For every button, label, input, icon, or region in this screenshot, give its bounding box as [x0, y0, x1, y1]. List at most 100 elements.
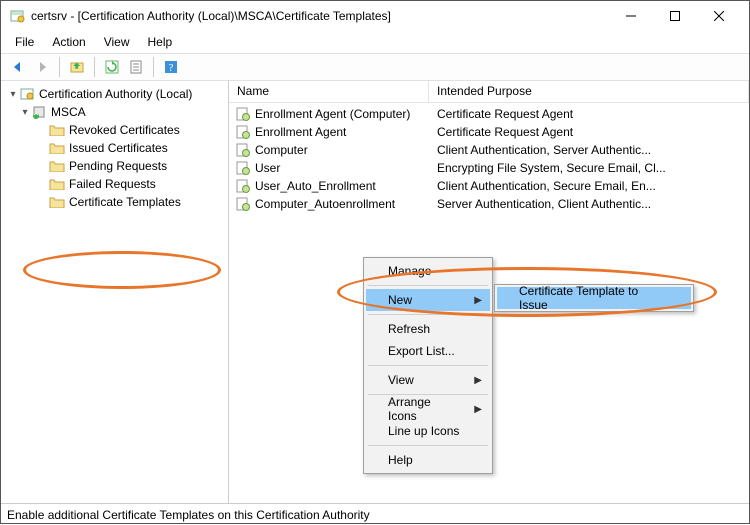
context-menu: Manage New ▶ Refresh Export List... View ▶…: [363, 257, 493, 474]
ctx-separator: [368, 365, 488, 366]
tree-item-issued[interactable]: Issued Certificates: [5, 139, 224, 157]
close-button[interactable]: [697, 2, 741, 30]
titlebar: certsrv - [Certification Authority (Loca…: [1, 1, 749, 31]
toolbar-separator: [94, 57, 95, 77]
tree-node-label: MSCA: [51, 105, 86, 119]
ctx-separator: [368, 314, 488, 315]
maximize-button[interactable]: [653, 2, 697, 30]
list-cell-purpose: Client Authentication, Secure Email, En.…: [429, 179, 749, 193]
ctx-label: Help: [388, 453, 413, 467]
ctx-label: Arrange Icons: [388, 395, 462, 423]
cert-authority-icon: [19, 86, 35, 102]
menu-view[interactable]: View: [96, 33, 138, 51]
tree-item-label: Failed Requests: [69, 177, 156, 191]
cert-template-icon: [235, 178, 251, 194]
ctx-sub-label: Certificate Template to Issue: [519, 284, 669, 312]
list-row[interactable]: Enrollment Agent Certificate Request Age…: [229, 123, 749, 141]
menu-action[interactable]: Action: [44, 33, 93, 51]
ctx-view[interactable]: View ▶: [366, 369, 490, 391]
folder-icon: [49, 158, 65, 174]
ctx-refresh[interactable]: Refresh: [366, 318, 490, 340]
statusbar: Enable additional Certificate Templates …: [1, 503, 749, 525]
ctx-new[interactable]: New ▶: [366, 289, 490, 311]
list-cell-name: Computer: [255, 143, 308, 157]
list-cell-name: Computer_Autoenrollment: [255, 197, 395, 211]
list-row[interactable]: Enrollment Agent (Computer) Certificate …: [229, 105, 749, 123]
cert-template-icon: [235, 124, 251, 140]
tree-pane: ▾ Certification Authority (Local) ▾ MSCA…: [1, 81, 229, 503]
list-cell-purpose: Encrypting File System, Secure Email, Cl…: [429, 161, 749, 175]
list-row[interactable]: Computer_Autoenrollment Server Authentic…: [229, 195, 749, 213]
export-button[interactable]: [125, 56, 147, 78]
folder-icon: [49, 140, 65, 156]
tree-item-failed[interactable]: Failed Requests: [5, 175, 224, 193]
cert-template-icon: [235, 196, 251, 212]
tree-item-pending[interactable]: Pending Requests: [5, 157, 224, 175]
back-button[interactable]: [7, 56, 29, 78]
tree-item-label: Pending Requests: [69, 159, 167, 173]
window-controls: [609, 2, 741, 30]
list-header: Name Intended Purpose: [229, 81, 749, 103]
toolbar-separator: [59, 57, 60, 77]
list-cell-name: Enrollment Agent: [255, 125, 346, 139]
server-icon: [31, 104, 47, 120]
list-row[interactable]: User Encrypting File System, Secure Emai…: [229, 159, 749, 177]
minimize-button[interactable]: [609, 2, 653, 30]
tree-item-revoked[interactable]: Revoked Certificates: [5, 121, 224, 139]
folder-icon: [49, 176, 65, 192]
ctx-separator: [368, 445, 488, 446]
status-text: Enable additional Certificate Templates …: [7, 508, 370, 522]
tree-root-label: Certification Authority (Local): [39, 87, 192, 101]
ctx-label: View: [388, 373, 414, 387]
refresh-button[interactable]: [101, 56, 123, 78]
ctx-new-certificate-template[interactable]: Certificate Template to Issue: [497, 287, 691, 309]
column-header-name[interactable]: Name: [229, 81, 429, 103]
ctx-label: Manage: [388, 264, 431, 278]
context-submenu: Certificate Template to Issue: [494, 284, 694, 312]
toolbar-separator: [153, 57, 154, 77]
ctx-manage[interactable]: Manage: [366, 260, 490, 282]
ctx-separator: [368, 285, 488, 286]
ctx-label: New: [388, 293, 412, 307]
annotation-ellipse: [23, 251, 221, 289]
list-cell-purpose: Certificate Request Agent: [429, 107, 749, 121]
menu-help[interactable]: Help: [140, 33, 181, 51]
tree-root[interactable]: ▾ Certification Authority (Local): [5, 85, 224, 103]
forward-button[interactable]: [31, 56, 53, 78]
cert-template-icon: [235, 106, 251, 122]
list-cell-name: User_Auto_Enrollment: [255, 179, 376, 193]
folder-icon: [49, 122, 65, 138]
list-cell-purpose: Client Authentication, Server Authentic.…: [429, 143, 749, 157]
list-body: Enrollment Agent (Computer) Certificate …: [229, 103, 749, 213]
tree-item-label: Issued Certificates: [69, 141, 168, 155]
chevron-right-icon: ▶: [474, 295, 482, 306]
content-area: ▾ Certification Authority (Local) ▾ MSCA…: [1, 81, 749, 503]
tree-item-certificate-templates[interactable]: Certificate Templates: [5, 193, 224, 211]
folder-icon: [49, 194, 65, 210]
ctx-line-up-icons[interactable]: Line up Icons: [366, 420, 490, 442]
list-cell-purpose: Server Authentication, Client Authentic.…: [429, 197, 749, 211]
ctx-help[interactable]: Help: [366, 449, 490, 471]
ctx-export-list[interactable]: Export List...: [366, 340, 490, 362]
up-button[interactable]: [66, 56, 88, 78]
list-cell-purpose: Certificate Request Agent: [429, 125, 749, 139]
tree-item-label: Revoked Certificates: [69, 123, 180, 137]
chevron-right-icon: ▶: [474, 404, 482, 415]
chevron-down-icon: ▾: [7, 89, 19, 100]
chevron-right-icon: ▶: [474, 375, 482, 386]
tree-node-msca[interactable]: ▾ MSCA: [5, 103, 224, 121]
ctx-arrange-icons[interactable]: Arrange Icons ▶: [366, 398, 490, 420]
menu-file[interactable]: File: [7, 33, 42, 51]
list-row[interactable]: User_Auto_Enrollment Client Authenticati…: [229, 177, 749, 195]
column-header-purpose[interactable]: Intended Purpose: [429, 81, 749, 103]
list-pane: Name Intended Purpose Enrollment Agent (…: [229, 81, 749, 503]
ctx-label: Refresh: [388, 322, 430, 336]
app-icon: [9, 8, 25, 24]
toolbar: ?: [1, 53, 749, 81]
chevron-down-icon: ▾: [19, 107, 31, 118]
list-row[interactable]: Computer Client Authentication, Server A…: [229, 141, 749, 159]
cert-template-icon: [235, 142, 251, 158]
menubar: File Action View Help: [1, 31, 749, 53]
list-cell-name: User: [255, 161, 280, 175]
help-button[interactable]: ?: [160, 56, 182, 78]
